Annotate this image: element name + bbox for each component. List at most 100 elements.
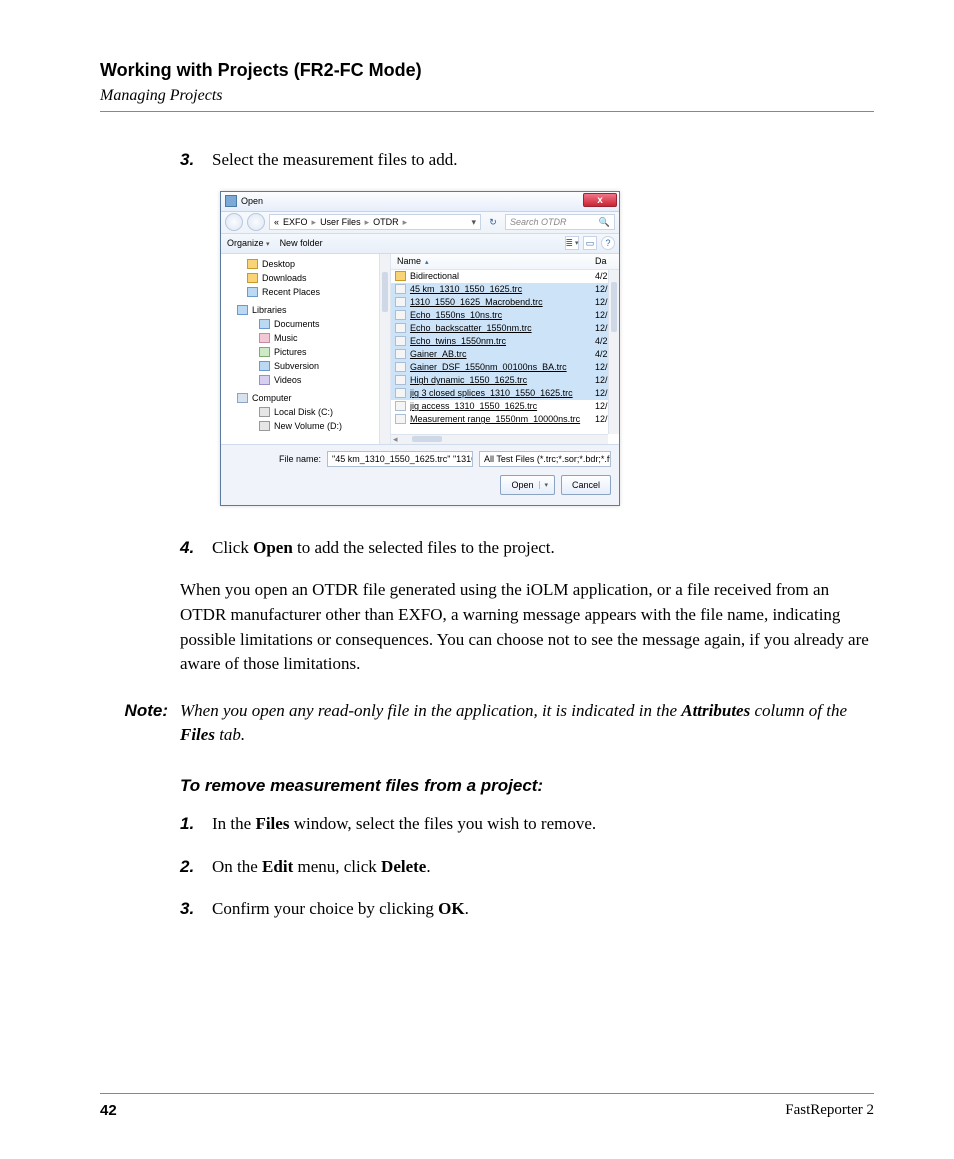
sidebar-item-libraries[interactable]: Libraries — [221, 303, 390, 317]
cancel-button[interactable]: Cancel — [561, 475, 611, 495]
remove-subheading: To remove measurement files from a proje… — [180, 776, 874, 796]
dialog-toolbar: Organize ▾ New folder ≣▾ ▭ ? — [221, 234, 619, 254]
file-row[interactable]: Gainer_DSF_1550nm_00100ns_BA.trc12/ — [391, 361, 619, 374]
sidebar-item-music[interactable]: Music — [221, 331, 390, 345]
close-button[interactable]: x — [583, 193, 617, 207]
file-row[interactable]: Echo_1550ns_10ns.trc12/ — [391, 309, 619, 322]
remove-step-3: 3. Confirm your choice by clicking OK. — [180, 897, 874, 922]
file-row[interactable]: 45 km_1310_1550_1625.trc12/ — [391, 283, 619, 296]
file-icon — [395, 284, 406, 294]
file-row[interactable]: Echo_twins_1550nm.trc4/2 — [391, 335, 619, 348]
preview-pane-button[interactable]: ▭ — [583, 236, 597, 250]
file-row[interactable]: Bidirectional4/2 — [391, 270, 619, 283]
step-number: 3. — [180, 897, 212, 922]
filename-label: File name: — [229, 454, 321, 464]
crumb-otdr[interactable]: OTDR — [373, 217, 399, 227]
open-dialog-screenshot: Open x « EXFO ▸ User Files ▸ OTDR ▸ ▾ ↻ — [220, 191, 874, 506]
file-name: 45 km_1310_1550_1625.trc — [410, 284, 595, 294]
file-row[interactable]: 1310_1550_1625_Macrobend.trc12/ — [391, 296, 619, 309]
step-text: Select the measurement files to add. — [212, 148, 874, 173]
dialog-title-text: Open — [241, 196, 263, 206]
file-icon — [395, 349, 406, 359]
search-placeholder: Search OTDR — [510, 217, 567, 227]
file-pane: Name▴ Da Bidirectional4/245 km_1310_1550… — [391, 254, 619, 444]
forward-button[interactable] — [247, 213, 265, 231]
file-row[interactable]: Gainer_AB.trc4/2 — [391, 348, 619, 361]
sidebar-item-documents[interactable]: Documents — [221, 317, 390, 331]
folder-icon — [395, 271, 406, 281]
dialog-body: Desktop Downloads Recent Places Librarie… — [221, 254, 619, 444]
column-date[interactable]: Da — [595, 256, 619, 266]
file-row[interactable]: jig access_1310_1550_1625.trc12/ — [391, 400, 619, 413]
back-button[interactable] — [225, 213, 243, 231]
heading-rule — [100, 111, 874, 112]
step-number: 4. — [180, 536, 212, 561]
chevron-down-icon[interactable]: ▾ — [609, 455, 611, 463]
sidebar-item-videos[interactable]: Videos — [221, 373, 390, 387]
app-icon — [225, 195, 237, 207]
file-icon — [395, 297, 406, 307]
sidebar-item-computer[interactable]: Computer — [221, 391, 390, 405]
file-name: Gainer_DSF_1550nm_00100ns_BA.trc — [410, 362, 595, 372]
sidebar-item-pictures[interactable]: Pictures — [221, 345, 390, 359]
page-number: 42 — [100, 1102, 117, 1119]
page-heading: Working with Projects (FR2-FC Mode) — [100, 60, 874, 81]
step-4: 4. Click Open to add the selected files … — [180, 536, 874, 561]
step-text: In the Files window, select the files yo… — [212, 812, 874, 837]
crumb-exfo[interactable]: EXFO — [283, 217, 308, 227]
help-button[interactable]: ? — [601, 236, 615, 250]
file-name: Measurement range_1550nm_10000ns.trc — [410, 414, 595, 424]
step-text: Click Open to add the selected files to … — [212, 536, 874, 561]
note-block: Note: When you open any read-only file i… — [100, 699, 874, 748]
file-name: 1310_1550_1625_Macrobend.trc — [410, 297, 595, 307]
file-icon — [395, 388, 406, 398]
chevron-down-icon[interactable]: ▾ — [471, 217, 476, 228]
file-hscrollbar[interactable]: ◂ — [391, 434, 608, 444]
step-number: 1. — [180, 812, 212, 837]
crumb-userfiles[interactable]: User Files — [320, 217, 361, 227]
product-name: FastReporter 2 — [785, 1102, 874, 1119]
chevron-right-icon: ▸ — [365, 217, 370, 228]
search-input[interactable]: Search OTDR 🔍 — [505, 214, 615, 230]
file-icon — [395, 323, 406, 333]
remove-step-1: 1. In the Files window, select the files… — [180, 812, 874, 837]
file-icon — [395, 375, 406, 385]
file-icon — [395, 414, 406, 424]
chevron-right-icon: ▸ — [403, 217, 408, 228]
step-number: 2. — [180, 855, 212, 880]
file-vscrollbar[interactable] — [608, 270, 619, 434]
filename-input[interactable]: "45 km_1310_1550_1625.trc" "1310 ▾ — [327, 451, 473, 467]
open-button[interactable]: Open▾ — [500, 475, 555, 495]
sidebar-item-subversion[interactable]: Subversion — [221, 359, 390, 373]
file-name: jig access_1310_1550_1625.trc — [410, 401, 595, 411]
column-name[interactable]: Name▴ — [397, 256, 595, 266]
file-row[interactable]: Echo_backscatter_1550nm.trc12/ — [391, 322, 619, 335]
file-name: Bidirectional — [410, 271, 595, 281]
refresh-icon[interactable]: ↻ — [485, 214, 501, 230]
file-name: Echo_twins_1550nm.trc — [410, 336, 595, 346]
file-list-header[interactable]: Name▴ Da — [391, 254, 619, 270]
open-split-dropdown[interactable]: ▾ — [539, 481, 552, 489]
file-row[interactable]: Measurement range_1550nm_10000ns.trc12/ — [391, 413, 619, 426]
sidebar-scrollbar[interactable] — [379, 254, 390, 444]
step-text: Confirm your choice by clicking OK. — [212, 897, 874, 922]
file-row[interactable]: jig 3 closed splices_1310_1550_1625.trc1… — [391, 387, 619, 400]
note-label: Note: — [100, 699, 180, 748]
file-name: jig 3 closed splices_1310_1550_1625.trc — [410, 388, 595, 398]
sidebar-item-recent[interactable]: Recent Places — [221, 285, 390, 299]
organize-button[interactable]: Organize ▾ — [227, 238, 270, 248]
page-subheading: Managing Projects — [100, 87, 874, 105]
step-3: 3. Select the measurement files to add. — [180, 148, 874, 173]
breadcrumb[interactable]: « EXFO ▸ User Files ▸ OTDR ▸ ▾ — [269, 214, 481, 230]
remove-step-2: 2. On the Edit menu, click Delete. — [180, 855, 874, 880]
new-folder-button[interactable]: New folder — [280, 238, 323, 248]
file-row[interactable]: High dynamic_1550_1625.trc12/ — [391, 374, 619, 387]
file-list: Bidirectional4/245 km_1310_1550_1625.trc… — [391, 270, 619, 426]
view-options-button[interactable]: ≣▾ — [565, 236, 579, 250]
sidebar-item-downloads[interactable]: Downloads — [221, 271, 390, 285]
filetype-select[interactable]: All Test Files (*.trc;*.sor;*.bdr;*.f ▾ — [479, 451, 611, 467]
sidebar-item-localdisk[interactable]: Local Disk (C:) — [221, 405, 390, 419]
sidebar-item-newvolume[interactable]: New Volume (D:) — [221, 419, 390, 433]
nav-bar: « EXFO ▸ User Files ▸ OTDR ▸ ▾ ↻ Search … — [221, 212, 619, 234]
sidebar-item-desktop[interactable]: Desktop — [221, 257, 390, 271]
